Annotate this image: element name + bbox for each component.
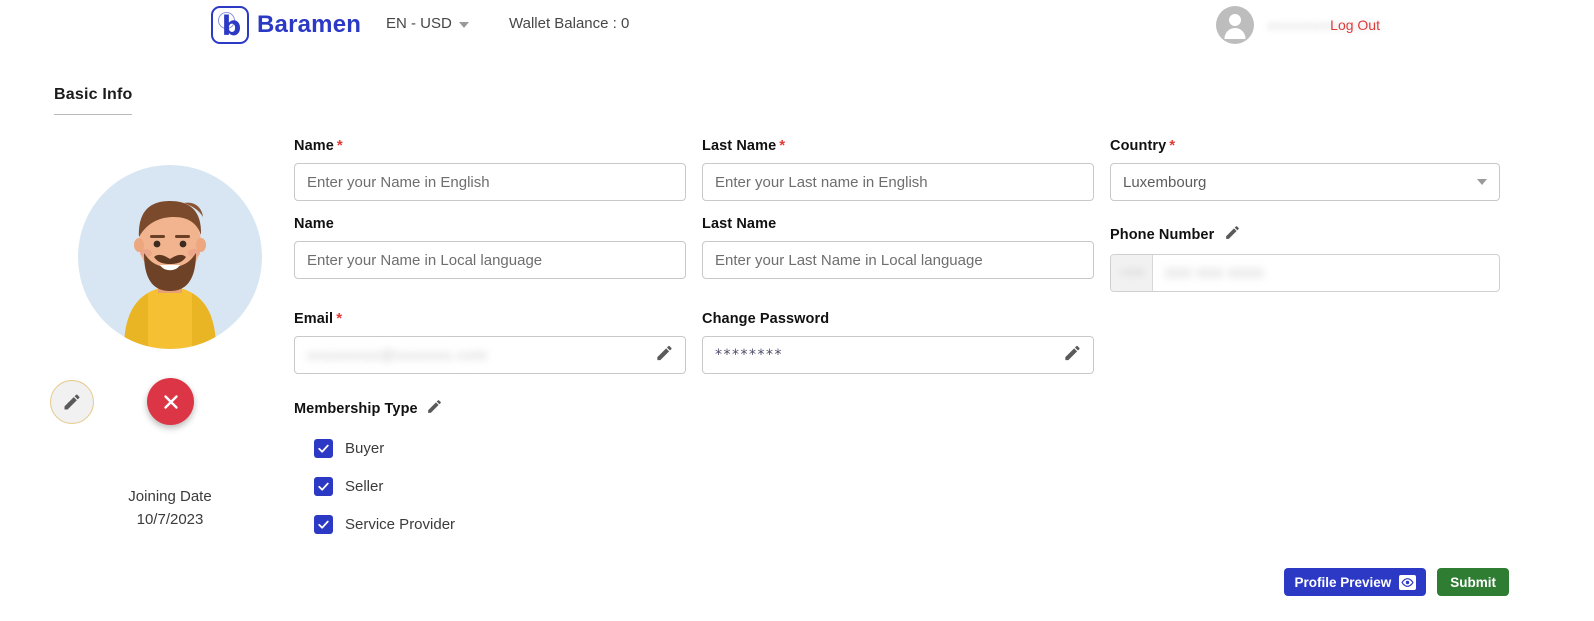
language-currency-selector[interactable]: EN - USD — [386, 15, 469, 32]
top-header: b Baramen EN - USD Wallet Balance : 0 xx… — [0, 0, 1594, 51]
baramen-logo-icon: b — [211, 6, 249, 44]
checkbox-buyer[interactable] — [314, 439, 333, 458]
label-membership-type: Membership Type — [294, 401, 418, 417]
chevron-down-icon — [458, 21, 469, 28]
phone-country-code-value: +000 — [1119, 267, 1144, 279]
name-local-input[interactable]: Enter your Name in Local language — [294, 241, 686, 279]
field-phone-number: Phone Number +000 000 000 0000 — [1110, 224, 1500, 292]
profile-preview-button[interactable]: Profile Preview — [1284, 568, 1427, 596]
label-name-local: Name — [294, 216, 334, 232]
pencil-icon — [64, 394, 80, 410]
membership-type-header: Membership Type — [294, 398, 455, 420]
checkbox-service-provider[interactable] — [314, 515, 333, 534]
phone-number-input[interactable]: 000 000 0000 — [1153, 255, 1499, 291]
tab-basic-info[interactable]: Basic Info — [54, 86, 133, 115]
check-icon — [318, 520, 329, 529]
profile-avatar-image — [78, 165, 262, 349]
edit-photo-button[interactable] — [50, 380, 94, 424]
field-last-name-local: Last Name Enter your Last Name in Local … — [702, 216, 1094, 279]
brand-name: Baramen — [257, 11, 362, 38]
membership-type-section: Membership Type Buyer Seller Service Pro… — [294, 398, 455, 534]
name-english-input[interactable]: Enter your Name in English — [294, 163, 686, 201]
membership-option-service-provider[interactable]: Service Provider — [314, 515, 455, 534]
joining-date-label: Joining Date — [128, 488, 212, 505]
pencil-icon — [1226, 226, 1240, 239]
country-select[interactable]: Luxembourg — [1110, 163, 1500, 201]
phone-number-input-group[interactable]: +000 000 000 0000 — [1110, 254, 1500, 292]
edit-phone-button[interactable] — [1224, 224, 1241, 245]
check-icon — [318, 482, 329, 491]
edit-membership-button[interactable] — [426, 398, 443, 420]
phone-country-code[interactable]: +000 — [1111, 255, 1153, 291]
checkbox-seller-label: Seller — [345, 478, 384, 495]
avatar-action-buttons — [50, 378, 250, 426]
field-name-english: Name * Enter your Name in English — [294, 138, 686, 201]
label-last-name-local: Last Name — [702, 216, 777, 232]
phone-number-value: 000 000 0000 — [1165, 264, 1264, 282]
name-local-placeholder: Enter your Name in Local language — [307, 251, 543, 269]
form-action-buttons: Profile Preview Submit — [1284, 568, 1509, 596]
check-icon — [318, 444, 329, 453]
required-asterisk: * — [779, 137, 786, 154]
membership-option-buyer[interactable]: Buyer — [314, 439, 455, 458]
required-asterisk: * — [336, 310, 343, 327]
close-icon — [163, 394, 178, 409]
field-last-name-english: Last Name * Enter your Last name in Engl… — [702, 138, 1094, 201]
joining-date-block: Joining Date 10/7/2023 — [0, 485, 340, 531]
pencil-icon — [427, 400, 441, 413]
field-change-password: Change Password ******** — [702, 311, 1094, 374]
label-email: Email * — [294, 310, 343, 327]
label-change-password: Change Password — [702, 311, 830, 327]
label-country: Country * — [1110, 137, 1176, 154]
checkbox-service-provider-label: Service Provider — [345, 516, 456, 533]
submit-label: Submit — [1450, 574, 1496, 590]
required-asterisk: * — [336, 137, 343, 154]
profile-preview-label: Profile Preview — [1294, 574, 1392, 590]
field-name-local: Name Enter your Name in Local language — [294, 216, 686, 279]
password-input[interactable]: ******** — [702, 336, 1094, 374]
edit-email-button[interactable] — [655, 344, 674, 367]
eye-icon — [1399, 574, 1417, 590]
required-asterisk: * — [1169, 137, 1176, 154]
chevron-down-icon — [1477, 179, 1487, 185]
password-value: ******** — [715, 347, 783, 363]
pencil-icon — [657, 345, 672, 361]
logout-button[interactable]: Log Out — [1330, 17, 1380, 33]
label-phone-number: Phone Number — [1110, 224, 1500, 245]
last-name-local-input[interactable]: Enter your Last Name in Local language — [702, 241, 1094, 279]
tab-bar: Basic Info — [54, 86, 133, 115]
name-english-placeholder: Enter your Name in English — [307, 173, 490, 191]
submit-button[interactable]: Submit — [1437, 568, 1509, 596]
country-selected-value: Luxembourg — [1123, 173, 1207, 191]
joining-date-value: 10/7/2023 — [136, 511, 204, 528]
label-name-english: Name * — [294, 137, 343, 154]
checkbox-buyer-label: Buyer — [345, 440, 385, 457]
email-input[interactable]: xxxxxxxxx@xxxxxxx.com — [294, 336, 686, 374]
edit-password-button[interactable] — [1063, 344, 1082, 367]
wallet-balance: Wallet Balance : 0 — [509, 15, 630, 32]
label-last-name-english: Last Name * — [702, 137, 786, 154]
field-email: Email * xxxxxxxxx@xxxxxxx.com — [294, 311, 686, 374]
brand-logo[interactable]: b Baramen — [211, 6, 361, 44]
last-name-local-placeholder: Enter your Last Name in Local language — [715, 251, 983, 269]
delete-photo-button[interactable] — [147, 378, 194, 425]
email-value: xxxxxxxxx@xxxxxxx.com — [307, 346, 488, 364]
last-name-english-placeholder: Enter your Last name in English — [715, 173, 928, 191]
pencil-icon — [1065, 345, 1080, 361]
last-name-english-input[interactable]: Enter your Last name in English — [702, 163, 1094, 201]
membership-option-seller[interactable]: Seller — [314, 477, 455, 496]
field-country: Country * Luxembourg — [1110, 138, 1500, 201]
language-currency-label: EN - USD — [386, 15, 452, 32]
logo-letter: b — [221, 10, 242, 42]
checkbox-seller[interactable] — [314, 477, 333, 496]
avatar[interactable] — [1215, 6, 1254, 44]
